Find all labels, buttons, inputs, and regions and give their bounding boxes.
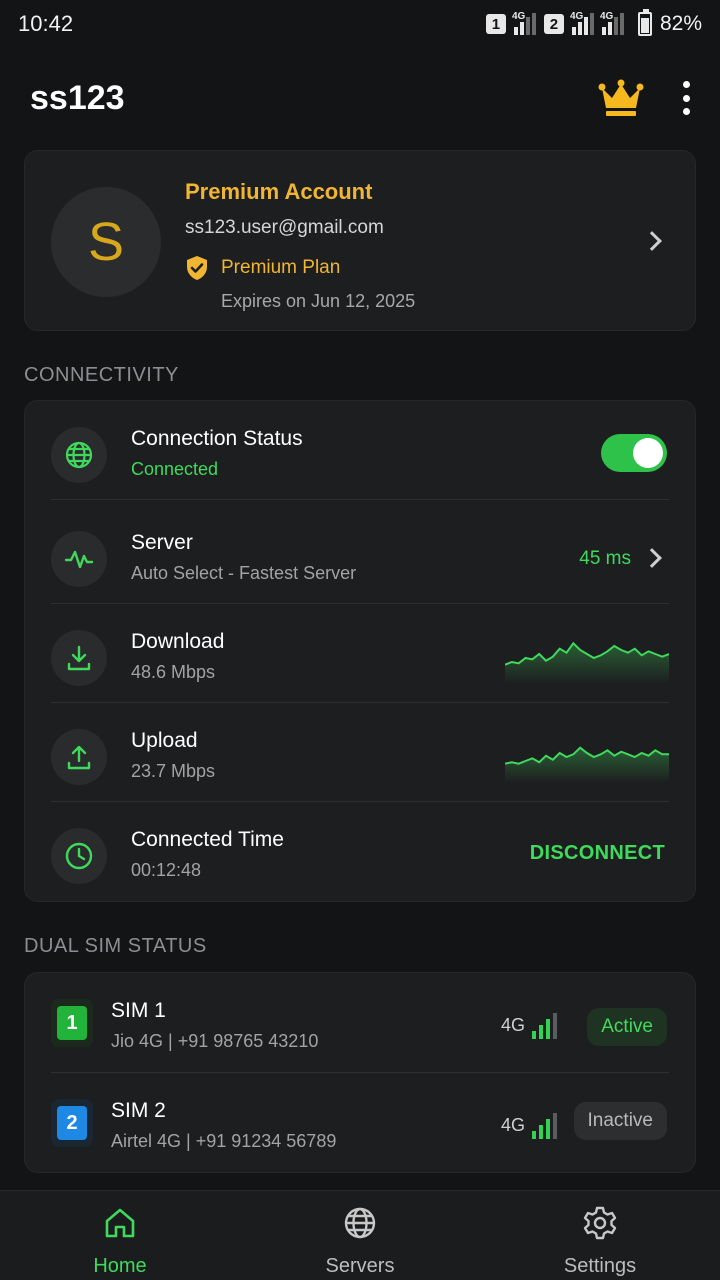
battery-icon bbox=[637, 9, 652, 36]
connected-time-value: 00:12:48 bbox=[131, 860, 202, 880]
nav-servers[interactable]: Servers bbox=[240, 1191, 480, 1280]
chevron-right-icon bbox=[642, 231, 662, 251]
globe-icon bbox=[51, 427, 107, 483]
signal-icon: 4G bbox=[511, 11, 536, 35]
chevron-right-icon bbox=[642, 548, 662, 568]
crown-icon[interactable] bbox=[598, 78, 644, 118]
sim-card-icon: 1 bbox=[51, 999, 93, 1047]
server-row[interactable]: Server Auto Select - Fastest Server 45 m… bbox=[25, 505, 695, 604]
gear-icon bbox=[583, 1206, 617, 1240]
shield-check-icon bbox=[187, 256, 207, 280]
network-type-label: 4G bbox=[569, 11, 584, 22]
nav-settings[interactable]: Settings bbox=[480, 1191, 720, 1280]
upload-sparkline bbox=[505, 746, 669, 783]
network-type-label: 4G bbox=[599, 11, 614, 22]
server-latency: 45 ms bbox=[579, 548, 631, 569]
download-title: Download bbox=[131, 630, 225, 653]
network-type-label: 4G bbox=[511, 11, 526, 22]
dual-sim-card: 1 SIM 1 Jio 4G | +91 98765 43210 4G Acti… bbox=[24, 972, 696, 1173]
connection-status-title: Connection Status bbox=[131, 427, 303, 450]
section-heading-connectivity: CONNECTIVITY bbox=[24, 364, 179, 386]
sim-number: 2 bbox=[57, 1106, 87, 1140]
signal-strength-icon: 4G bbox=[501, 1111, 557, 1139]
connection-status-value: Connected bbox=[131, 459, 219, 479]
signal-icon: 4G bbox=[569, 11, 594, 35]
nav-home-label: Home bbox=[93, 1255, 147, 1277]
sim-card-icon: 2 bbox=[51, 1099, 93, 1147]
battery-percent: 82% bbox=[659, 12, 702, 35]
sim-row[interactable]: 1 SIM 1 Jio 4G | +91 98765 43210 4G Acti… bbox=[25, 973, 695, 1073]
signal-strength-icon: 4G bbox=[501, 1011, 557, 1039]
sim-detail: Jio 4G | +91 98765 43210 bbox=[111, 1031, 319, 1051]
account-title: Premium Account bbox=[185, 179, 373, 204]
status-bar: 10:42 1 4G 2 4G 4G 82% bbox=[0, 0, 720, 48]
plan-name: Premium Plan bbox=[221, 257, 341, 278]
sparkline-area bbox=[505, 643, 669, 684]
clock-icon bbox=[51, 828, 107, 884]
download-value: 48.6 Mbps bbox=[131, 662, 216, 682]
sim-title: SIM 1 bbox=[111, 999, 166, 1022]
connection-toggle[interactable] bbox=[601, 434, 667, 472]
status-time: 10:42 bbox=[18, 11, 74, 36]
activity-icon bbox=[51, 531, 107, 587]
plan-row: Premium Plan bbox=[185, 255, 415, 281]
sim-number: 1 bbox=[57, 1006, 87, 1040]
status-icons: 1 4G 2 4G 4G 82% bbox=[485, 9, 702, 36]
signal-icon: 4G bbox=[599, 11, 624, 35]
globe-icon bbox=[344, 1207, 376, 1239]
header-actions bbox=[598, 78, 692, 118]
page-title: ss123 bbox=[30, 78, 125, 117]
upload-icon bbox=[51, 729, 107, 785]
sim2-indicator: 2 bbox=[543, 14, 564, 34]
account-info: Premium Account ss123.user@gmail.com Pre… bbox=[185, 179, 415, 312]
download-row: Download 48.6 Mbps bbox=[25, 604, 695, 703]
network-type: 4G bbox=[500, 1115, 525, 1135]
download-icon bbox=[51, 630, 107, 686]
connectivity-card: Connection Status Connected Server Auto … bbox=[24, 400, 696, 902]
server-value: Auto Select - Fastest Server bbox=[131, 563, 357, 583]
home-icon bbox=[105, 1208, 135, 1238]
nav-servers-label: Servers bbox=[325, 1255, 395, 1277]
disconnect-button[interactable]: DISCONNECT bbox=[530, 842, 665, 865]
bottom-navigation: Home Servers Settings bbox=[0, 1190, 720, 1280]
download-sparkline bbox=[505, 641, 669, 684]
sim-row[interactable]: 2 SIM 2 Airtel 4G | +91 91234 56789 4G I… bbox=[25, 1073, 695, 1173]
more-vert-icon[interactable] bbox=[680, 81, 692, 115]
plan-expiry: Expires on Jun 12, 2025 bbox=[221, 291, 416, 311]
upload-row: Upload 23.7 Mbps bbox=[25, 703, 695, 802]
server-title: Server bbox=[131, 531, 193, 554]
upload-value: 23.7 Mbps bbox=[131, 761, 216, 781]
nav-settings-label: Settings bbox=[563, 1255, 637, 1277]
nav-home[interactable]: Home bbox=[0, 1191, 240, 1280]
upload-title: Upload bbox=[131, 729, 198, 752]
connection-status-row: Connection Status Connected bbox=[25, 401, 695, 500]
sim-detail: Airtel 4G | +91 91234 56789 bbox=[111, 1131, 337, 1151]
status-badge: Inactive bbox=[573, 1102, 667, 1140]
connected-time-row: Connected Time 00:12:48 DISCONNECT bbox=[25, 802, 695, 901]
avatar: S bbox=[51, 187, 161, 297]
network-type: 4G bbox=[500, 1015, 525, 1035]
connected-time-title: Connected Time bbox=[131, 828, 284, 851]
section-heading-dual-sim: DUAL SIM STATUS bbox=[24, 935, 207, 957]
sim-title: SIM 2 bbox=[111, 1099, 166, 1122]
app-header: ss123 bbox=[30, 70, 692, 126]
sim1-indicator: 1 bbox=[485, 14, 506, 34]
status-badge: Active bbox=[587, 1008, 667, 1046]
account-email: ss123.user@gmail.com bbox=[185, 217, 384, 238]
account-card[interactable]: S Premium Account ss123.user@gmail.com P… bbox=[24, 150, 696, 331]
